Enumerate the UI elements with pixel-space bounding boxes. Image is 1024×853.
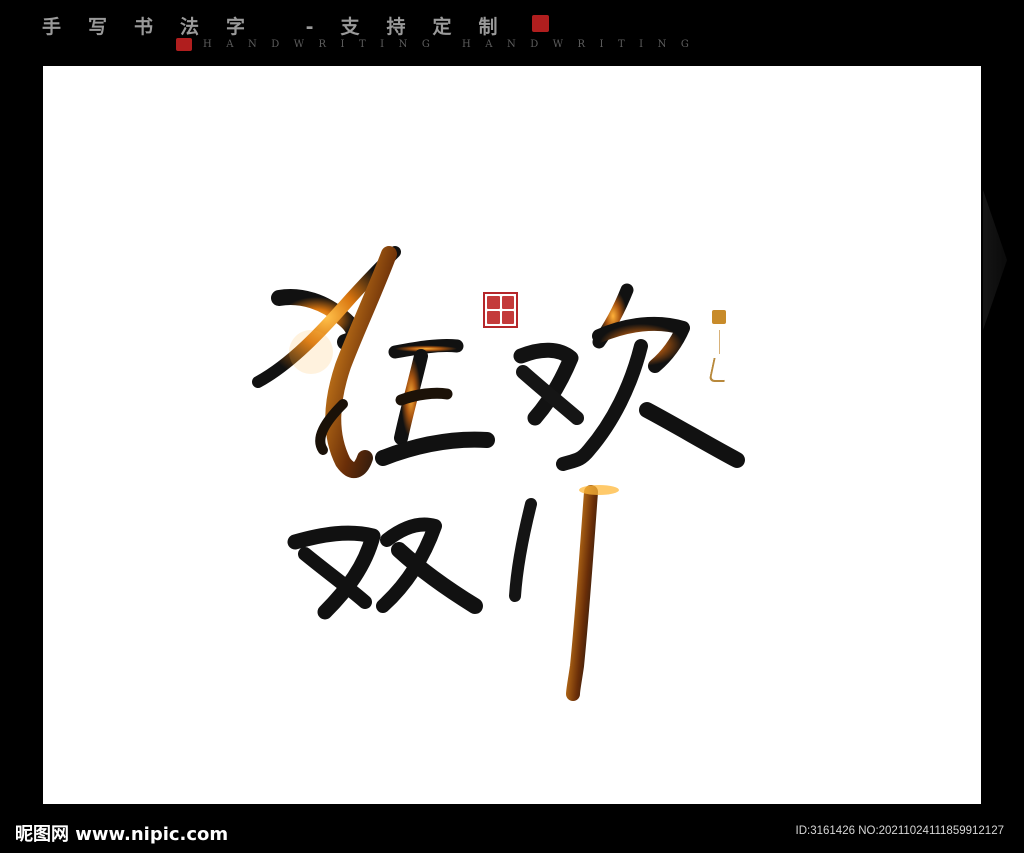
red-seal-icon [532,15,549,32]
header-subtitle: HANDWRITING HANDWRITING [203,39,704,50]
red-name-seal-icon [483,292,518,328]
poster-page: 手写书法字 -支持定制 HANDWRITING HANDWRITING 昵图网 … [0,0,1024,853]
character-shuang [287,517,483,620]
character-huan [513,283,745,471]
signature-stroke [718,330,720,354]
header-title: 手写书法字 -支持定制 [42,16,525,38]
red-seal-icon [176,38,192,51]
watermark-logo: 昵图网 www.nipic.com [15,824,229,845]
chevron-right-icon [983,190,1007,330]
artist-signature-icon [707,310,731,400]
artwork-canvas [43,66,981,804]
signature-mark [708,358,730,382]
character-eleven [509,485,619,701]
calligraphy-artwork [252,246,745,701]
image-id-label: ID:3161426 NO:20211024111859912127 [795,825,1004,837]
gold-seal-icon [712,310,726,324]
